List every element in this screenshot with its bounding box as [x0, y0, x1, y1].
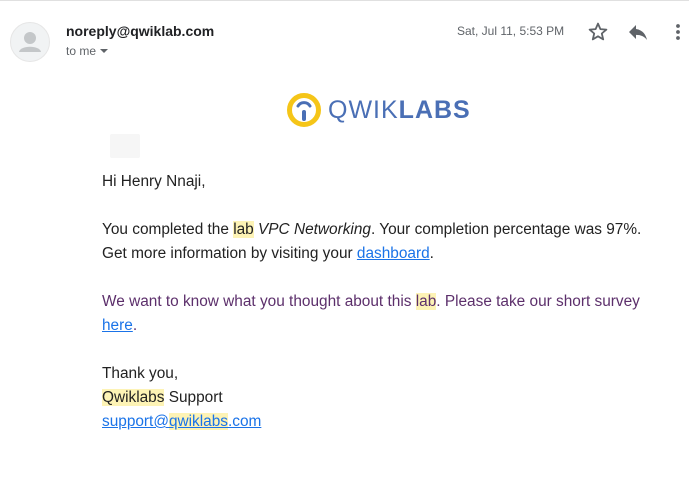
logo-text-bold: LABS	[398, 95, 471, 124]
qwiklabs-logo-icon	[287, 93, 321, 127]
highlighted-word: qwiklabs	[168, 413, 228, 430]
chevron-down-icon[interactable]	[100, 49, 109, 53]
text-segment: .com	[228, 413, 262, 430]
text-segment: Support	[164, 389, 223, 406]
reply-icon	[629, 25, 647, 40]
logo-wordmark: QWIKLABS	[328, 96, 471, 125]
sender-address: noreply@qwiklab.com	[66, 23, 215, 39]
dashboard-link[interactable]: dashboard	[357, 245, 430, 262]
logo-text-light: QWIK	[328, 95, 399, 124]
more-vertical-icon	[676, 24, 680, 40]
sender-avatar[interactable]	[10, 22, 50, 62]
support-email-line: support@qwiklabs.com	[102, 410, 642, 434]
email-body: Hi Henry Nnaji, You completed the lab VP…	[102, 170, 642, 434]
reply-button[interactable]	[626, 20, 650, 44]
top-divider	[0, 0, 689, 1]
text-segment: . Please take our short survey	[436, 293, 640, 310]
text-segment: You completed the	[102, 221, 234, 238]
person-avatar-icon	[19, 32, 41, 52]
highlighted-word: lab	[233, 221, 254, 238]
support-email-link[interactable]: support@qwiklabs.com	[102, 413, 261, 430]
email-date: Sat, Jul 11, 5:53 PM	[457, 24, 565, 38]
text-segment: .	[429, 245, 434, 262]
more-options-button[interactable]	[666, 20, 689, 44]
survey-paragraph: We want to know what you thought about t…	[102, 290, 642, 338]
text-segment: .	[132, 317, 138, 334]
placeholder-image	[110, 134, 140, 158]
star-button[interactable]	[586, 20, 610, 44]
recipient-label: to me	[66, 44, 97, 58]
thanks-line: Thank you,	[102, 365, 179, 382]
survey-link[interactable]: here	[102, 317, 133, 334]
greeting: Hi Henry Nnaji,	[102, 173, 206, 190]
text-segment: support@	[102, 413, 169, 430]
highlighted-word: lab	[415, 293, 437, 310]
star-icon	[588, 22, 608, 41]
text-segment: We want to know what you thought about t…	[102, 293, 416, 310]
signature-name: Qwiklabs Support	[102, 386, 642, 410]
highlighted-word: Qwiklabs	[102, 389, 165, 406]
completion-paragraph: You completed the lab VPC Networking. Yo…	[102, 218, 642, 266]
lab-name: VPC Networking	[258, 221, 371, 238]
recipient-toggle[interactable]: to me	[66, 44, 109, 58]
qwiklabs-logo: QWIKLABS	[286, 92, 471, 128]
